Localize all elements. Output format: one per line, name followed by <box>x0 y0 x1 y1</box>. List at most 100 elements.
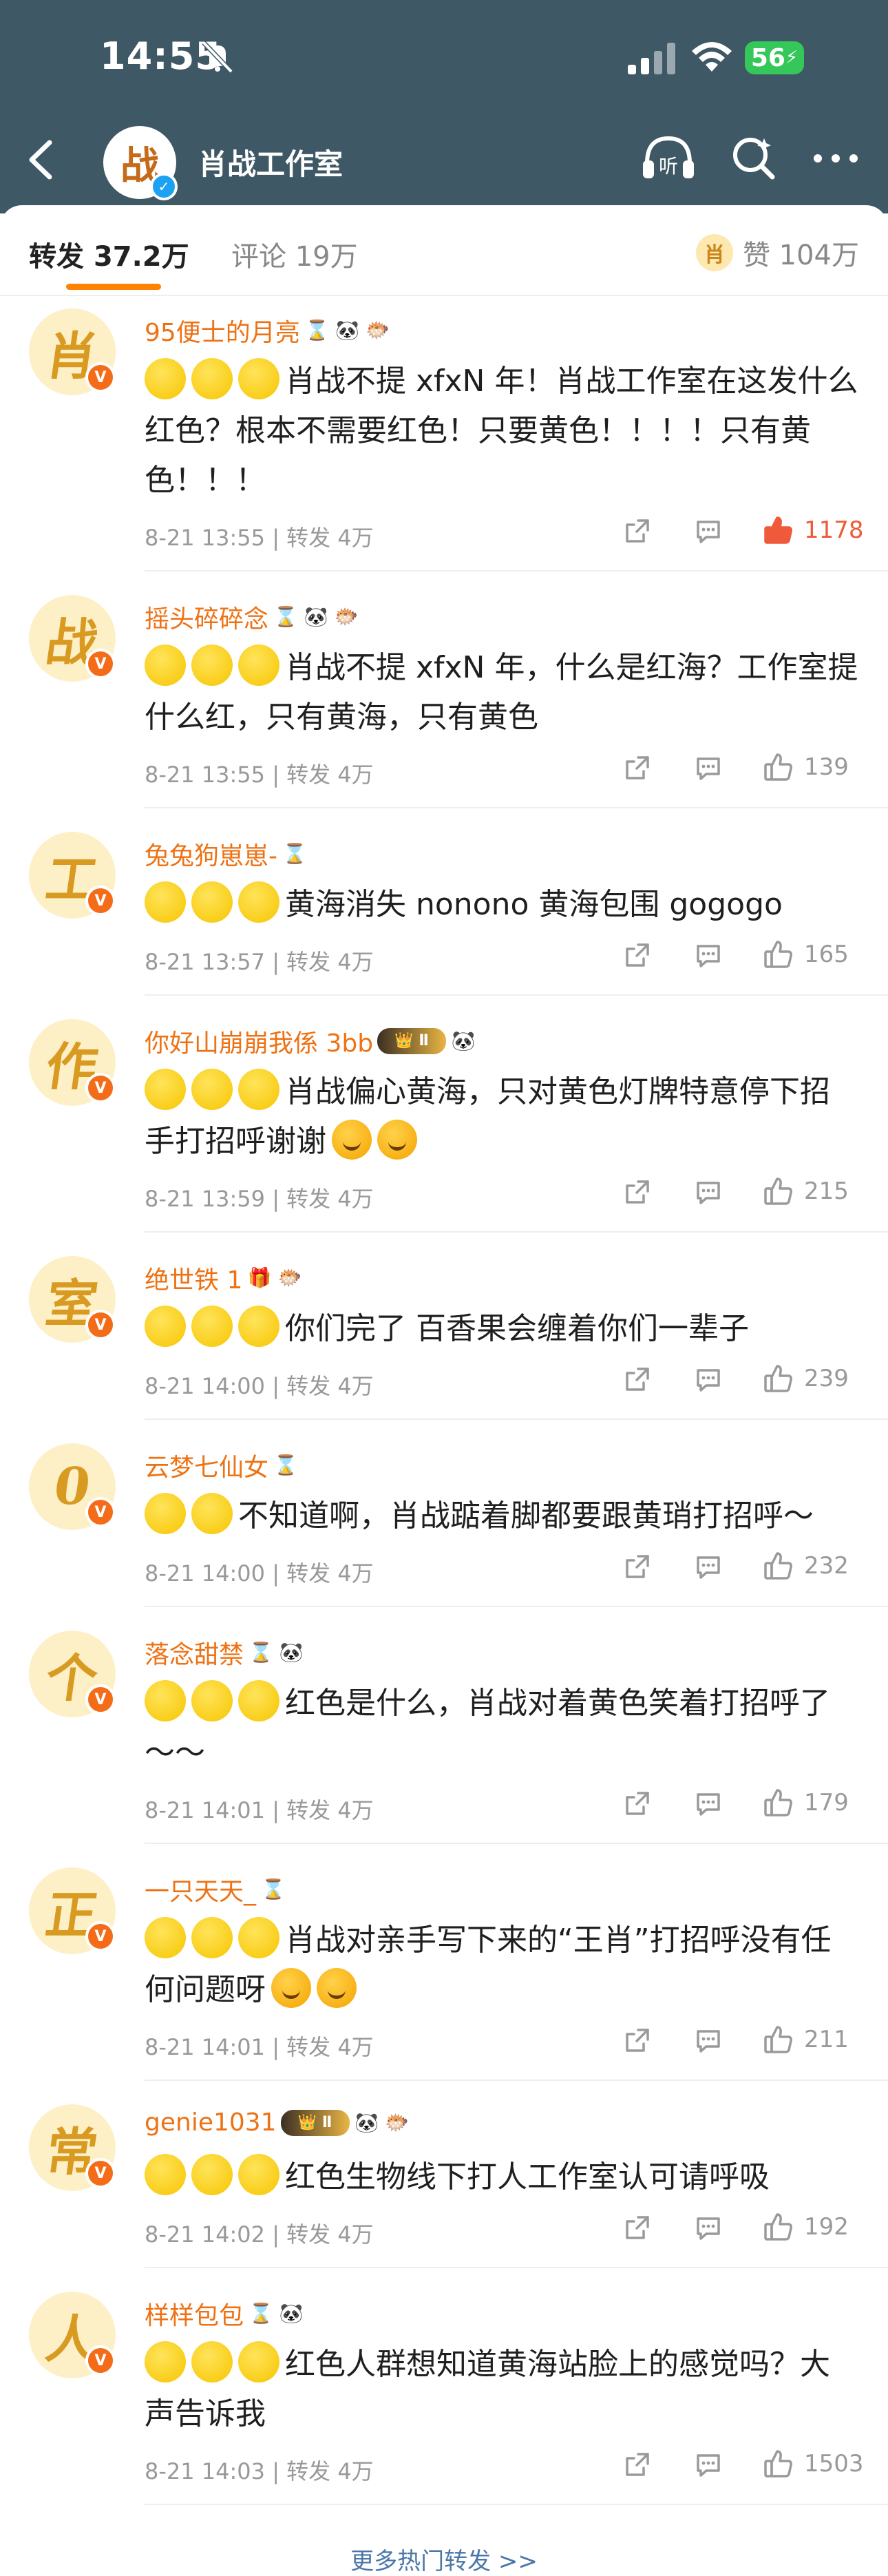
repost-button[interactable] <box>623 753 652 782</box>
repost-button[interactable] <box>623 1789 652 1818</box>
repost-item[interactable]: 作 V 你好山崩崩我係 3bb 👑 Ⅱ 🐼 肖战偏心黄海，只对黄色灯牌特意停下招手打招呼谢… <box>0 1019 888 1233</box>
search-icon[interactable] <box>730 134 778 182</box>
username[interactable]: genie1031 <box>145 2108 277 2137</box>
repost-button[interactable] <box>623 1552 652 1581</box>
like-count: 1503 <box>804 2450 864 2478</box>
username[interactable]: 落念甜禁 <box>145 1635 244 1671</box>
meta-divider: | <box>265 525 287 551</box>
repost-item[interactable]: 个 V 落念甜禁 ⌛ 🐼 红色是什么，肖战对着黄色笑着打招呼了～～ 8-21 14:01 |… <box>0 1631 888 1844</box>
wifi-icon <box>692 42 732 72</box>
comment-button[interactable] <box>694 516 723 545</box>
like-button[interactable]: 192 <box>763 2212 849 2242</box>
username[interactable]: 样样包包 <box>145 2296 244 2332</box>
more-hot-reposts-link[interactable]: 更多热门转发 >> <box>0 2542 888 2576</box>
repost-text: 红色是什么，肖战对着黄色笑着打招呼了～～ <box>145 1679 859 1778</box>
repost-item[interactable]: 常 V genie1031 👑 Ⅱ 🐼 🐡 红色生物线下打人工作室认可请呼吸 8-21 14:… <box>0 2104 888 2268</box>
hourglass-badge-icon: ⌛ <box>248 2301 275 2327</box>
username[interactable]: 你好山崩崩我係 3bb <box>145 1023 373 1059</box>
like-button[interactable]: 179 <box>763 1788 849 1818</box>
page-title[interactable]: 肖战工作室 <box>198 141 343 183</box>
username[interactable]: 摇头碎碎念 <box>145 599 268 635</box>
repost-button[interactable] <box>623 1365 652 1394</box>
comment-button[interactable] <box>694 753 723 782</box>
avatar[interactable]: 常V <box>29 2104 116 2191</box>
avatar[interactable]: 0V <box>29 1443 116 1530</box>
comment-button[interactable] <box>694 1789 723 1818</box>
like-button[interactable]: 1178 <box>763 515 864 545</box>
repost-item[interactable]: 战 V 摇头碎碎念 ⌛ 🐼 🐡 肖战不提 xfxN 年，什么是红海？工作室提什么红，只有黄海… <box>0 595 888 808</box>
comment-button[interactable] <box>694 1552 723 1581</box>
yellow-circle-emoji-icon <box>238 881 279 923</box>
repost-time: 8-21 13:55 <box>145 525 266 551</box>
like-button[interactable]: 165 <box>763 939 849 970</box>
repost-text: 红色人群想知道黄海站脸上的感觉吗？大声告诉我 <box>145 2340 859 2439</box>
repost-item[interactable]: 人 V 样样包包 ⌛ 🐼 红色人群想知道黄海站脸上的感觉吗？大声告诉我 8-21 14:03… <box>0 2292 888 2505</box>
repost-button[interactable] <box>623 2450 652 2479</box>
comment-button[interactable] <box>694 2213 723 2242</box>
yellow-circle-emoji-icon <box>145 1680 186 1721</box>
username[interactable]: 兔兔狗崽崽- <box>145 836 277 872</box>
avatar[interactable]: 作V <box>29 1019 116 1106</box>
more-options-icon[interactable] <box>811 141 860 176</box>
like-button[interactable]: 211 <box>763 2024 849 2055</box>
username[interactable]: 一只天天_ <box>145 1872 256 1907</box>
repost-icon <box>626 2029 649 2052</box>
repost-item[interactable]: 肖 V 95便士的月亮 ⌛ 🐼 🐡 肖战不提 xfxN 年！肖战工作室在这发什么红色？根本不… <box>0 308 888 572</box>
tab-comments[interactable]: 评论 19万 <box>231 234 358 274</box>
repost-button[interactable] <box>623 516 652 545</box>
avatar[interactable]: 室V <box>29 1256 116 1343</box>
username-row: 云梦七仙女 ⌛ <box>145 1447 299 1483</box>
avatar[interactable]: 正V <box>29 1867 116 1954</box>
yellow-circle-emoji-icon <box>238 1917 279 1958</box>
repost-button[interactable] <box>623 2026 652 2055</box>
yellow-circle-emoji-icon <box>238 1306 279 1347</box>
avatar[interactable]: 战V <box>29 595 116 682</box>
username[interactable]: 95便士的月亮 <box>145 313 300 348</box>
listen-headphones-icon[interactable]: 听 <box>640 133 697 184</box>
repost-text: 肖战不提 xfxN 年！肖战工作室在这发什么红色？根本不需要红色！只要黄色！！！… <box>145 357 859 505</box>
repost-button[interactable] <box>623 1177 652 1206</box>
verified-v-badge-icon: V <box>85 1684 116 1715</box>
verified-v-badge-icon: V <box>85 362 116 392</box>
repost-meta: 8-21 14:01 | 转发 4万 <box>145 1793 374 1825</box>
avatar[interactable]: 人V <box>29 2292 116 2378</box>
repost-item[interactable]: 室 V 绝世铁 1 🎁 🐡 你们完了 百香果会缠着你们一辈子 8-21 14:00 | 转发… <box>0 1256 888 1420</box>
like-button[interactable]: 215 <box>763 1176 849 1206</box>
hourglass-badge-icon: ⌛ <box>282 841 308 867</box>
item-divider <box>145 1418 888 1420</box>
back-arrow-icon[interactable] <box>22 136 63 184</box>
repost-meta: 8-21 14:01 | 转发 4万 <box>145 2030 374 2062</box>
username[interactable]: 绝世铁 1 <box>145 1260 242 1296</box>
studio-logo-avatar[interactable]: 战 ✓ <box>103 126 178 200</box>
avatar[interactable]: 工V <box>29 832 116 919</box>
tab-likes[interactable]: 肖 赞 104万 <box>695 233 859 273</box>
tab-reposts[interactable]: 转发 37.2万 <box>29 234 189 274</box>
username[interactable]: 云梦七仙女 <box>145 1447 268 1483</box>
comment-button[interactable] <box>694 941 723 970</box>
repost-time: 8-21 13:57 <box>145 949 266 975</box>
yellow-circle-emoji-icon <box>238 1069 279 1110</box>
like-thumb-icon <box>764 1177 792 1205</box>
repost-button[interactable] <box>623 941 652 970</box>
repost-meta: 8-21 14:03 | 转发 4万 <box>145 2454 374 2486</box>
like-button[interactable]: 239 <box>763 1363 849 1394</box>
like-button[interactable]: 232 <box>763 1551 849 1581</box>
repost-item[interactable]: 0 V 云梦七仙女 ⌛ 不知道啊，肖战踮着脚都要跟黄琑打招呼～ 8-21 14:00 | … <box>0 1443 888 1607</box>
yellow-circle-emoji-icon <box>145 1306 186 1347</box>
like-button[interactable]: 1503 <box>763 2449 864 2479</box>
comment-button[interactable] <box>694 2026 723 2055</box>
repost-button[interactable] <box>623 2213 652 2242</box>
repost-item[interactable]: 正 V 一只天天_ ⌛ 肖战对亲手写下来的“王肖”打招呼没有任何问题呀 8-21 14:0… <box>0 1867 888 2081</box>
repost-item[interactable]: 工 V 兔兔狗崽崽- ⌛ 黄海消失 nonono 黄海包围 gogogo 8-21 13:… <box>0 832 888 996</box>
comment-button[interactable] <box>694 1365 723 1394</box>
avatar[interactable]: 肖V <box>29 308 116 395</box>
like-button[interactable]: 139 <box>763 752 849 782</box>
repost-meta: 8-21 13:59 | 转发 4万 <box>145 1182 374 1213</box>
comment-icon <box>697 2454 720 2477</box>
yellow-circle-emoji-icon <box>145 2341 186 2383</box>
avatar[interactable]: 个V <box>29 1631 116 1717</box>
comment-button[interactable] <box>694 2450 723 2479</box>
repost-text: 红色生物线下打人工作室认可请呼吸 <box>145 2153 859 2202</box>
comment-button[interactable] <box>694 1177 723 1206</box>
repost-time: 8-21 14:01 <box>145 1797 266 1823</box>
